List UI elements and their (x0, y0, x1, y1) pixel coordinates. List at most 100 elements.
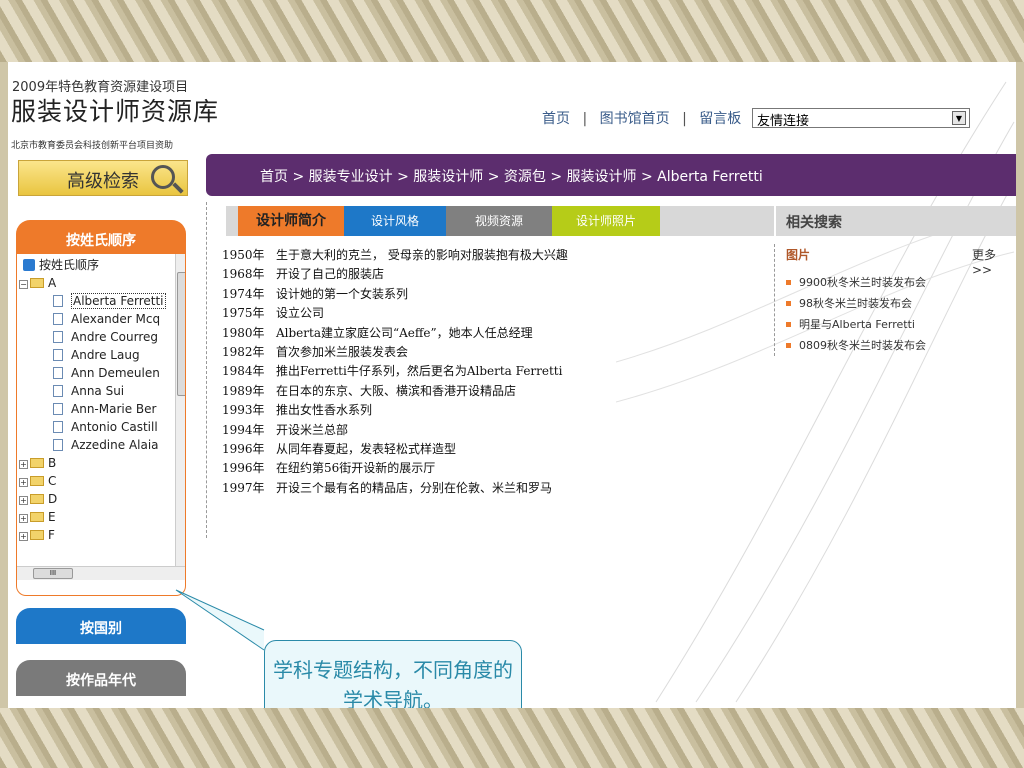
surname-tree-panel: 按姓氏顺序 − A Alberta Ferretti Alexander Mcq … (16, 254, 186, 596)
scroll-thumb[interactable]: III (33, 568, 73, 579)
tree-group-label: A (48, 276, 57, 290)
more-link[interactable]: 更多>> (972, 246, 1016, 277)
tab-by-country[interactable]: 按国别 (16, 608, 186, 644)
expand-icon[interactable]: + (19, 496, 28, 505)
timeline-text: 开设三个最有名的精品店，分别在伦敦、米兰和罗马 (276, 480, 553, 495)
tree-item[interactable]: Andre Courreg (17, 328, 175, 346)
tree-group-label: E (48, 510, 56, 524)
tab-design-style[interactable]: 设计风格 (344, 206, 446, 236)
related-divider (774, 244, 775, 356)
tab-video-resources[interactable]: 视频资源 (446, 206, 552, 236)
document-icon (53, 313, 63, 325)
document-icon (53, 439, 63, 451)
tab-designer-intro[interactable]: 设计师简介 (238, 206, 344, 236)
timeline-text: 首次参加米兰服装发表会 (276, 344, 409, 359)
nav-home-link[interactable]: 首页 (542, 111, 570, 127)
timeline-row: 1975年 设立公司 (222, 304, 568, 323)
nav-library-home-link[interactable]: 图书馆首页 (600, 111, 670, 127)
timeline-row: 1980年 Alberta建立家庭公司“Aeffe”，她本人任总经理 (222, 324, 568, 343)
timeline-row: 1993年 推出女性香水系列 (222, 401, 568, 420)
tree-group-a[interactable]: − A (17, 274, 175, 292)
annotation-callout: 学科专题结构，不同角度的学术导航。 (264, 640, 522, 708)
tree-root-label: 按姓氏顺序 (39, 258, 100, 272)
tree-group-label: C (48, 474, 57, 488)
expand-icon[interactable]: + (19, 532, 28, 541)
content-tab-bar: 设计师简介 设计风格 视频资源 设计师照片 (226, 206, 774, 236)
tree-group[interactable]: + F (17, 526, 175, 544)
related-item-link[interactable]: 98秋冬米兰时装发布会 (786, 293, 926, 314)
timeline-text: 设立公司 (276, 306, 325, 321)
tree-item[interactable]: Anna Sui (17, 382, 175, 400)
nav-separator: | (582, 111, 588, 127)
timeline-text: 从同年春夏起，发表轻松式样造型 (276, 441, 457, 456)
timeline-year: 1997年 (222, 480, 265, 495)
timeline-text: 在纽约第56街开设新的展示厅 (276, 461, 436, 476)
document-icon (53, 385, 63, 397)
nav-separator: | (682, 111, 687, 127)
tree-group[interactable]: + E (17, 508, 175, 526)
breadcrumb: 首页 > 服装专业设计 > 服装设计师 > 资源包 > 服装设计师 > Albe… (206, 154, 1016, 196)
timeline-year: 1975年 (222, 306, 265, 321)
timeline-row: 1996年 从同年春夏起，发表轻松式样造型 (222, 440, 568, 459)
folder-icon (30, 458, 44, 468)
magnifier-icon (151, 165, 175, 189)
document-icon (53, 421, 63, 433)
timeline-text: 在日本的东京、大阪、横滨和香港开设精品店 (276, 383, 517, 398)
nav-guestbook-link[interactable]: 留言板 (699, 111, 741, 127)
timeline-year: 1982年 (222, 344, 265, 359)
chevron-down-icon[interactable]: ▼ (952, 111, 966, 125)
designer-timeline: 1950年 生于意大利的克兰， 受母亲的影响对服装抱有极大兴趣 1968年 开设了自… (222, 246, 568, 498)
expand-icon[interactable]: + (19, 478, 28, 487)
tab-by-year[interactable]: 按作品年代 (16, 660, 186, 696)
tree-item[interactable]: Antonio Castill (17, 418, 175, 436)
tree-item[interactable]: Ann-Marie Ber (17, 400, 175, 418)
tree-item-label: Andre Courreg (71, 330, 159, 344)
folder-icon (30, 512, 44, 522)
tree-item[interactable]: Andre Laug (17, 346, 175, 364)
timeline-text: 生于意大利的克兰， 受母亲的影响对服装抱有极大兴趣 (276, 248, 568, 262)
timeline-text: 设计她的第一个女装系列 (276, 286, 409, 301)
timeline-year: 1989年 (222, 383, 265, 398)
tree-item[interactable]: Azzedine Alaia (17, 436, 175, 454)
tree-group[interactable]: + D (17, 490, 175, 508)
tree-item[interactable]: Alberta Ferretti (17, 292, 175, 310)
document-icon (53, 349, 63, 361)
timeline-year: 1994年 (222, 422, 265, 437)
friendly-links-select[interactable]: 友情连接 ▼ (752, 108, 970, 129)
advanced-search-button[interactable]: 高级检索 (18, 160, 188, 196)
expand-icon[interactable]: + (19, 460, 28, 469)
timeline-row: 1950年 生于意大利的克兰， 受母亲的影响对服装抱有极大兴趣 (222, 246, 568, 265)
related-item-link[interactable]: 明星与Alberta Ferretti (786, 314, 926, 335)
related-item-link[interactable]: 9900秋冬米兰时装发布会 (786, 272, 926, 293)
related-search-title: 相关搜索 (776, 206, 1016, 236)
related-images-label: 图片 (786, 248, 811, 262)
collapse-icon[interactable]: − (19, 280, 28, 289)
timeline-year: 1968年 (222, 267, 265, 282)
tree-item-label: Antonio Castill (71, 420, 158, 434)
tree-item[interactable]: Alexander Mcq (17, 310, 175, 328)
timeline-text: 推出女性香水系列 (276, 403, 373, 418)
folder-icon (30, 476, 44, 486)
timeline-year: 1993年 (222, 403, 265, 418)
tree-group[interactable]: + B (17, 454, 175, 472)
scroll-thumb[interactable] (177, 272, 185, 396)
tree-group-label: B (48, 456, 57, 470)
document-icon (53, 367, 63, 379)
advanced-search-label: 高级检索 (67, 171, 139, 192)
tab-by-surname[interactable]: 按姓氏顺序 (16, 220, 186, 256)
tab-designer-photos[interactable]: 设计师照片 (552, 206, 660, 236)
timeline-row: 1994年 开设米兰总部 (222, 421, 568, 440)
tree-horizontal-scrollbar[interactable]: III (17, 566, 185, 580)
top-navigation: 首页 | 图书馆首页 | 留言板 (540, 108, 743, 128)
tree-item[interactable]: Ann Demeulen (17, 364, 175, 382)
decorative-top-band (0, 0, 1024, 62)
tree-vertical-scrollbar[interactable] (175, 254, 185, 566)
tree-item-label: Ann-Marie Ber (71, 402, 157, 416)
tree-root[interactable]: 按姓氏顺序 (17, 256, 175, 274)
document-icon (53, 295, 63, 307)
expand-icon[interactable]: + (19, 514, 28, 523)
related-item-link[interactable]: 0809秋冬米兰时装发布会 (786, 335, 926, 356)
folder-icon (30, 530, 44, 540)
tree-group[interactable]: + C (17, 472, 175, 490)
page-frame: 2009年特色教育资源建设项目 服装设计师资源库 北京市教育委员会科技创新平台项… (8, 62, 1016, 708)
